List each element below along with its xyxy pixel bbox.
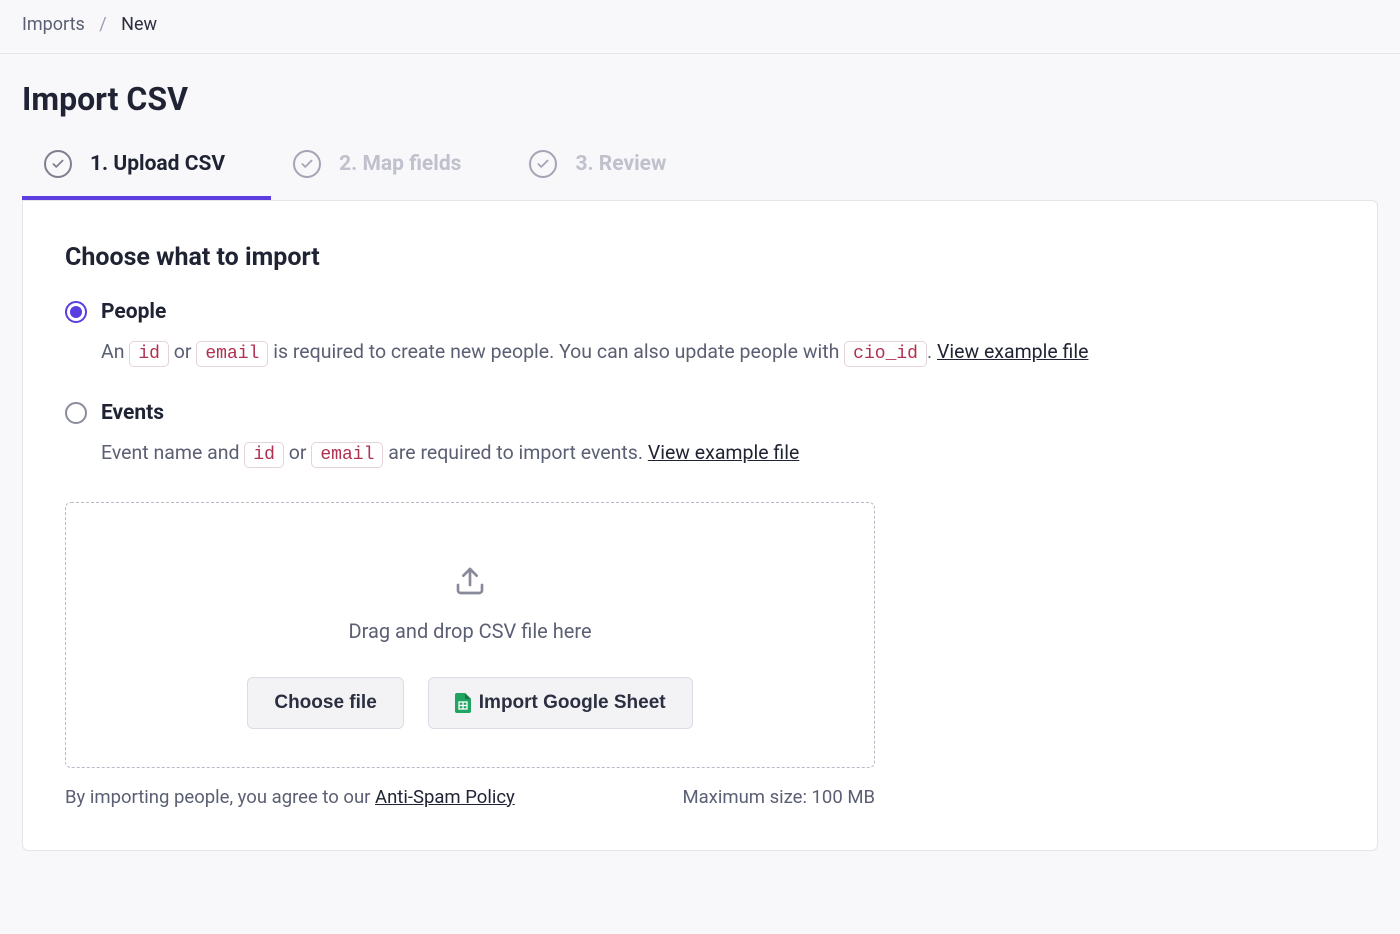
google-sheet-icon: [455, 693, 471, 713]
wizard-tabs: 1. Upload CSV 2. Map fields 3. Review: [0, 150, 1400, 200]
section-title: Choose what to import: [65, 243, 1335, 272]
tab-review[interactable]: 3. Review: [507, 150, 712, 200]
radio-people-label: People: [101, 300, 166, 324]
code-chip-email: email: [196, 341, 268, 367]
events-example-link[interactable]: View example file: [648, 441, 799, 464]
choose-file-button[interactable]: Choose file: [247, 677, 403, 729]
tab-upload-csv[interactable]: 1. Upload CSV: [22, 150, 271, 200]
file-dropzone[interactable]: Drag and drop CSV file here Choose file …: [65, 502, 875, 768]
radio-events[interactable]: [65, 402, 87, 424]
radio-people[interactable]: [65, 301, 87, 323]
check-circle-icon: [529, 150, 557, 178]
breadcrumb-parent-link[interactable]: Imports: [22, 14, 85, 35]
tab-label: 2. Map fields: [339, 152, 461, 176]
upload-icon: [454, 565, 486, 597]
import-sheet-label: Import Google Sheet: [479, 692, 666, 714]
events-description: Event name and id or email are required …: [101, 437, 1335, 470]
max-size-text: Maximum size: 100 MB: [682, 786, 875, 808]
tab-map-fields[interactable]: 2. Map fields: [271, 150, 507, 200]
breadcrumb-current: New: [121, 14, 157, 35]
tab-label: 3. Review: [575, 152, 666, 176]
footer-row: By importing people, you agree to our An…: [65, 786, 875, 808]
people-example-link[interactable]: View example file: [937, 340, 1088, 363]
code-chip-cio-id: cio_id: [844, 341, 927, 367]
page-title: Import CSV: [0, 54, 1400, 150]
upload-panel: Choose what to import People An id or em…: [22, 200, 1378, 851]
option-people-row[interactable]: People: [65, 300, 1335, 324]
code-chip-id: id: [244, 442, 284, 468]
tab-label: 1. Upload CSV: [90, 152, 225, 176]
import-google-sheet-button[interactable]: Import Google Sheet: [428, 677, 693, 729]
agree-text: By importing people, you agree to our An…: [65, 786, 515, 808]
dropzone-text: Drag and drop CSV file here: [86, 619, 854, 643]
option-events-row[interactable]: Events: [65, 401, 1335, 425]
anti-spam-policy-link[interactable]: Anti-Spam Policy: [375, 786, 515, 808]
check-circle-icon: [293, 150, 321, 178]
code-chip-id: id: [129, 341, 169, 367]
radio-events-label: Events: [101, 401, 164, 425]
breadcrumb-separator: /: [99, 14, 106, 35]
check-circle-icon: [44, 150, 72, 178]
code-chip-email: email: [311, 442, 383, 468]
breadcrumb: Imports / New: [0, 0, 1400, 54]
people-description: An id or email is required to create new…: [101, 336, 1335, 369]
